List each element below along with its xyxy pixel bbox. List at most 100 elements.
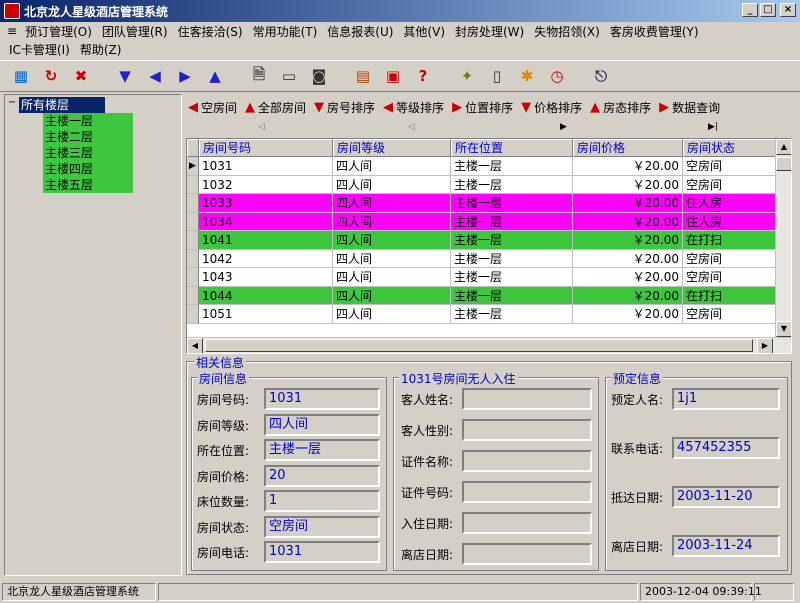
service-icon[interactable]: ✦	[454, 64, 480, 88]
move-up-icon[interactable]: ▲	[202, 64, 228, 88]
move-left-icon[interactable]: ◀	[142, 64, 168, 88]
scroll-right-icon[interactable]: ▶	[757, 338, 773, 353]
menu-lost-found[interactable]: 失物招领(X)	[529, 23, 605, 40]
move-down-icon[interactable]: ▼	[112, 64, 138, 88]
menu-guest[interactable]: 住客接洽(S)	[173, 23, 248, 40]
room-info-field[interactable]: 1031	[264, 541, 380, 563]
tree-item-floor-1[interactable]: 主楼一层	[43, 113, 133, 129]
data-query-button[interactable]: ▶ 数据查询	[659, 99, 720, 116]
system-menu-icon[interactable]: ≡	[4, 24, 20, 38]
guest-info-field[interactable]	[462, 512, 592, 534]
help-icon[interactable]: ?	[410, 64, 436, 88]
sort-by-status-button[interactable]: ▲ 房态排序	[590, 99, 651, 116]
guest-info-field[interactable]	[462, 419, 592, 441]
camera-icon[interactable]: ◙	[306, 64, 332, 88]
calendar-icon[interactable]: ▣	[380, 64, 406, 88]
room-info-field[interactable]: 空房间	[264, 515, 380, 538]
col-header-room-no[interactable]: 房间号码	[199, 139, 333, 157]
menu-ic-card[interactable]: IC卡管理(I)	[4, 41, 75, 58]
table-row[interactable]: 1032 四人间 主楼一层 ￥20.00 空房间	[187, 175, 791, 194]
guest-info-field[interactable]	[462, 481, 592, 503]
cell-price: ￥20.00	[573, 305, 683, 324]
horizontal-scroll-thumb[interactable]	[205, 339, 753, 352]
scroll-left-icon[interactable]: ◁	[258, 122, 265, 132]
col-header-location[interactable]: 所在位置	[451, 139, 573, 157]
vertical-scroll-thumb[interactable]	[776, 157, 791, 171]
scroll-left-icon[interactable]: ◀	[187, 338, 203, 353]
sort-by-level-button[interactable]: ◀ 等级排序	[383, 99, 444, 116]
booking-info-field[interactable]: 2003-11-20	[672, 486, 780, 508]
menu-seal-room[interactable]: 封房处理(W)	[450, 23, 529, 40]
room-info-label: 房间号码:	[197, 393, 250, 407]
guest-info-field[interactable]	[462, 450, 592, 472]
col-header-level[interactable]: 房间等级	[333, 139, 451, 157]
booking-info-field[interactable]: 457452355	[672, 437, 780, 459]
menu-reports[interactable]: 信息报表(U)	[322, 23, 398, 40]
tree-item-floor-2[interactable]: 主楼二层	[43, 129, 133, 145]
table-row[interactable]: 1051 四人间 主楼一层 ￥20.00 空房间	[187, 305, 791, 324]
guest-info-label: 客人姓名:	[401, 393, 454, 407]
guest-info-field[interactable]	[462, 388, 592, 410]
grid-horizontal-scrollbar[interactable]: ◀ ▶	[187, 337, 791, 353]
sort-by-price-button[interactable]: ▼ 价格排序	[521, 99, 582, 116]
menu-help[interactable]: 帮助(Z)	[75, 41, 127, 58]
booking-info-field[interactable]: 1j1	[672, 388, 780, 410]
clock-icon[interactable]: ◷	[544, 64, 570, 88]
menu-room-charges[interactable]: 客房收费管理(Y)	[605, 23, 704, 40]
tree-root-all-floors[interactable]: 所有楼层	[19, 97, 105, 113]
booking-info-field[interactable]: 2003-11-24	[672, 535, 780, 557]
col-header-status[interactable]: 房间状态	[683, 139, 777, 157]
maximize-button[interactable]: □	[760, 3, 776, 17]
menu-bar: ≡ 预订管理(O) 团队管理(R) 住客接洽(S) 常用功能(T) 信息报表(U…	[0, 22, 800, 58]
refresh-icon[interactable]: ↻	[38, 64, 64, 88]
table-row[interactable]: 1033 四人间 主楼一层 ￥20.00 住人房	[187, 194, 791, 213]
booking-info-label: 预定人名:	[611, 393, 664, 407]
room-map-icon[interactable]: ▦	[8, 64, 34, 88]
scroll-up-icon[interactable]: ▲	[776, 139, 791, 155]
guest-info-field[interactable]	[462, 543, 592, 565]
tree-item-floor-5[interactable]: 主楼五层	[43, 177, 133, 193]
table-row[interactable]: 1041 四人间 主楼一层 ￥20.00 在打扫	[187, 231, 791, 250]
cell-room-no: 1033	[199, 194, 333, 213]
sort-by-number-button[interactable]: ▼ 房号排序	[314, 99, 375, 116]
table-row[interactable]: ▶ 1031 四人间 主楼一层 ￥20.00 空房间	[187, 157, 791, 176]
menu-other[interactable]: 其他(V)	[398, 23, 450, 40]
close-button[interactable]: ×	[780, 3, 796, 17]
table-row[interactable]: 1034 四人间 主楼一层 ￥20.00 住人房	[187, 212, 791, 231]
report-icon[interactable]: ▤	[350, 64, 376, 88]
monitor-icon[interactable]: ▭	[276, 64, 302, 88]
menu-team[interactable]: 团队管理(R)	[97, 23, 173, 40]
scroll-end-icon[interactable]: ▶|	[708, 122, 718, 132]
run-icon[interactable]: ✱	[514, 64, 540, 88]
cell-level: 四人间	[333, 268, 451, 287]
room-info-field[interactable]: 1	[264, 490, 380, 512]
document-icon[interactable]: 🗎	[246, 64, 272, 88]
table-row[interactable]: 1044 四人间 主楼一层 ￥20.00 在打扫	[187, 286, 791, 305]
exit-icon[interactable]: ⎋	[588, 64, 614, 88]
room-info-label: 所在位置:	[197, 444, 250, 458]
delete-icon[interactable]: ✖	[68, 64, 94, 88]
room-info-field[interactable]: 主楼一层	[264, 439, 380, 461]
room-info-field[interactable]: 20	[264, 464, 380, 487]
scroll-down-icon[interactable]: ▼	[776, 321, 791, 337]
calculator-icon[interactable]: ▯	[484, 64, 510, 88]
grid-vertical-scrollbar[interactable]: ▲ ▼	[775, 139, 791, 337]
filter-empty-rooms-button[interactable]: ◀ 空房间	[188, 99, 237, 116]
move-right-icon[interactable]: ▶	[172, 64, 198, 88]
room-info-field[interactable]: 四人间	[264, 413, 380, 436]
cell-price: ￥20.00	[573, 268, 683, 287]
table-row[interactable]: 1042 四人间 主楼一层 ￥20.00 空房间	[187, 249, 791, 268]
col-header-price[interactable]: 房间价格	[573, 139, 683, 157]
tree-item-floor-4[interactable]: 主楼四层	[43, 161, 133, 177]
table-row[interactable]: 1043 四人间 主楼一层 ￥20.00 空房间	[187, 268, 791, 287]
scroll-right-icon[interactable]: ▶	[560, 122, 567, 132]
sort-by-location-button[interactable]: ▶ 位置排序	[452, 99, 513, 116]
minimize-button[interactable]: _	[742, 3, 758, 17]
all-rooms-button[interactable]: ▲ 全部房间	[245, 99, 306, 116]
cell-room-no: 1044	[199, 286, 333, 305]
menu-common[interactable]: 常用功能(T)	[248, 23, 323, 40]
tree-collapse-icon[interactable]: −	[7, 98, 17, 109]
tree-item-floor-3[interactable]: 主楼三层	[43, 145, 133, 161]
room-info-field[interactable]: 1031	[264, 388, 380, 410]
menu-booking[interactable]: 预订管理(O)	[20, 23, 97, 40]
